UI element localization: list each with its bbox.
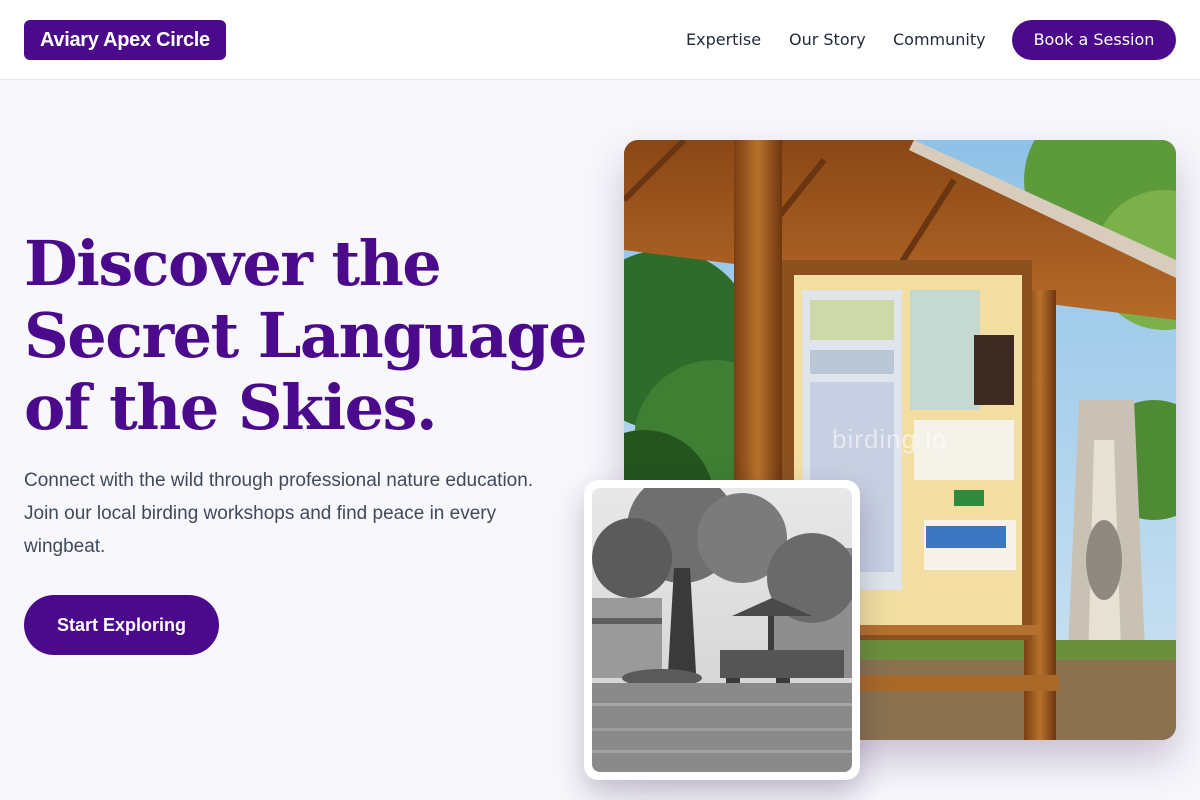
hero-title-line-1: Discover the [24, 227, 442, 300]
nav-link-expertise[interactable]: Expertise [686, 20, 761, 60]
nav-link-community[interactable]: Community [893, 20, 986, 60]
site-logo[interactable]: Aviary Apex Circle [24, 20, 226, 60]
gazebo-photo-illustration [592, 488, 852, 772]
start-exploring-button[interactable]: Start Exploring [24, 595, 219, 655]
hero-title-line-2: Secret Language [24, 299, 588, 372]
inset-photo-gazebo [592, 488, 852, 772]
inset-photo-frame [584, 480, 860, 780]
hero-description: Connect with the wild through profession… [24, 470, 534, 557]
top-navigation-bar: Aviary Apex Circle Expertise Our Story C… [0, 0, 1200, 80]
hero-title: Discover the Secret Language of the Skie… [24, 228, 604, 444]
image-watermark-text: birding lo [832, 424, 948, 454]
hero-title-line-3: of the Skies. [24, 371, 438, 444]
book-session-button[interactable]: Book a Session [1012, 20, 1176, 60]
nav-link-our-story[interactable]: Our Story [789, 20, 866, 60]
